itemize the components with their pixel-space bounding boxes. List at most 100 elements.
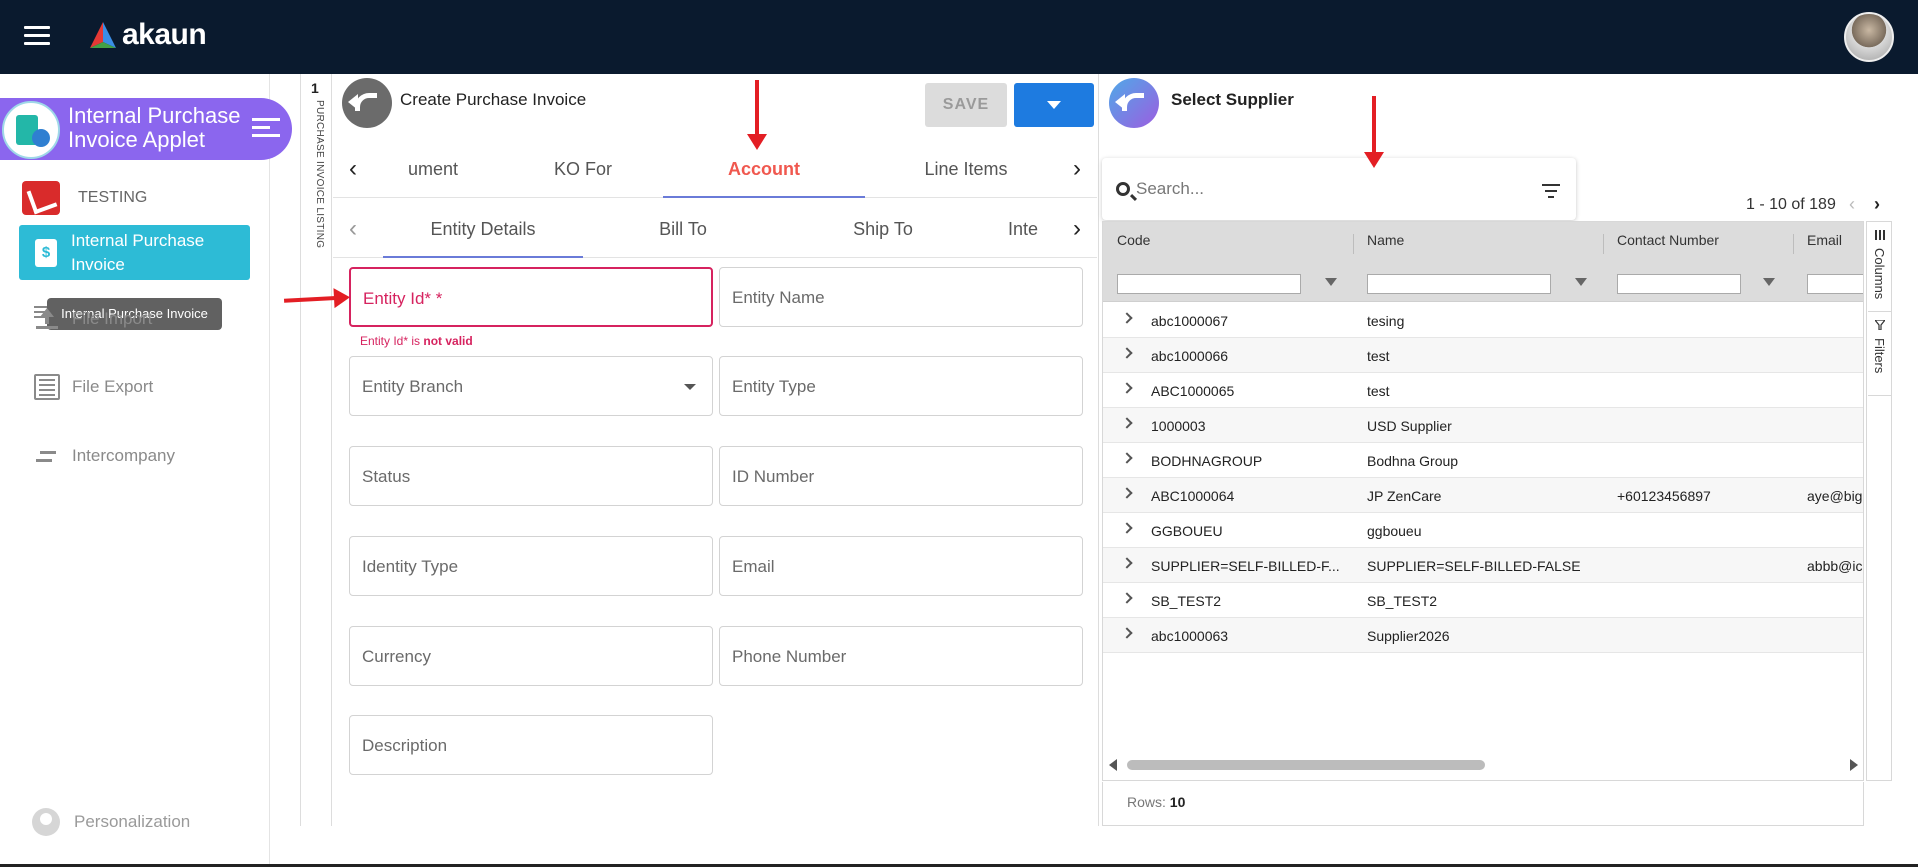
chevron-right-icon[interactable]	[1121, 452, 1133, 464]
tab-ko-for[interactable]: KO For	[503, 140, 663, 198]
personalization-link[interactable]: Personalization	[32, 808, 190, 836]
more-actions-button[interactable]	[1014, 83, 1094, 127]
cell-name: test	[1367, 383, 1390, 399]
sidebar-item-internal-purchase-invoice[interactable]: $ Internal Purchase Invoice	[19, 225, 250, 280]
funnel-icon[interactable]	[1575, 278, 1587, 286]
cell-code: 1000003	[1151, 418, 1206, 434]
description-field[interactable]: Description	[349, 715, 713, 775]
funnel-icon[interactable]	[1763, 278, 1775, 286]
table-row[interactable]: abc1000066 test	[1103, 338, 1863, 373]
rows-label: Rows:	[1127, 794, 1166, 810]
id-number-field[interactable]: ID Number	[719, 446, 1083, 506]
table-row[interactable]: abc1000063 Supplier2026	[1103, 618, 1863, 653]
tab-bill-to[interactable]: Bill To	[583, 200, 783, 258]
entity-name-field[interactable]: Entity Name	[719, 267, 1083, 327]
scroll-left-icon[interactable]	[1109, 759, 1117, 771]
tab-intercompany[interactable]: Inte	[983, 200, 1063, 258]
column-header-name[interactable]: Name	[1367, 232, 1404, 248]
column-resize-handle[interactable]	[1603, 234, 1604, 254]
rows-count: 10	[1169, 794, 1186, 810]
chevron-right-icon[interactable]	[1121, 417, 1133, 429]
columns-tool[interactable]: Columns	[1868, 222, 1892, 312]
sidebar-item-file-export[interactable]: File Export	[34, 372, 153, 402]
table-row[interactable]: SB_TEST2 SB_TEST2	[1103, 583, 1863, 618]
cell-name: USD Supplier	[1367, 418, 1452, 434]
cell-code: ABC1000065	[1151, 383, 1235, 399]
filter-icon[interactable]	[1542, 184, 1560, 198]
save-button[interactable]: SAVE	[925, 83, 1007, 127]
chevron-right-icon[interactable]	[1121, 557, 1133, 569]
logo[interactable]: akaun	[88, 18, 207, 52]
sidebar-item-file-import[interactable]: File Import	[34, 304, 152, 334]
entity-id-error: Entity Id* is not valid	[360, 334, 473, 348]
tab-document[interactable]: ument	[373, 140, 493, 198]
table-row[interactable]: SUPPLIER=SELF-BILLED-F... SUPPLIER=SELF-…	[1103, 548, 1863, 583]
table-row[interactable]: 1000003 USD Supplier	[1103, 408, 1863, 443]
chevron-left-icon[interactable]: ‹	[333, 200, 373, 258]
tab-line-items[interactable]: Line Items	[865, 140, 1067, 198]
status-field[interactable]: Status	[349, 446, 713, 506]
entity-id-field[interactable]: Entity Id* *	[349, 267, 713, 327]
chevron-right-icon[interactable]: ›	[1874, 194, 1880, 215]
field-label: Entity Name	[732, 288, 825, 307]
email-filter-input[interactable]	[1807, 274, 1863, 294]
sidebar-item-intercompany[interactable]: Intercompany	[34, 441, 175, 471]
entity-branch-select[interactable]: Entity Branch	[349, 356, 713, 416]
field-label: Status	[362, 467, 411, 486]
listing-strip[interactable]: 1 PURCHASE INVOICE LISTING	[300, 74, 332, 826]
column-resize-handle[interactable]	[1793, 234, 1794, 254]
code-filter-input[interactable]	[1117, 274, 1301, 294]
chevron-right-icon[interactable]	[1121, 347, 1133, 359]
table-row[interactable]: abc1000067 tesing	[1103, 303, 1863, 338]
sidebar-item-label: File Export	[72, 377, 154, 396]
field-label: ID Number	[732, 467, 815, 486]
personalization-label: Personalization	[74, 812, 191, 831]
table-row[interactable]: ABC1000065 test	[1103, 373, 1863, 408]
table-row[interactable]: BODHNAGROUP Bodhna Group	[1103, 443, 1863, 478]
funnel-icon[interactable]	[1325, 278, 1337, 286]
chevron-right-icon[interactable]	[1121, 627, 1133, 639]
chevron-right-icon[interactable]	[1121, 312, 1133, 324]
search-input[interactable]	[1136, 174, 1516, 204]
user-avatar[interactable]	[1844, 12, 1894, 62]
funnel-icon	[1875, 320, 1885, 330]
back-button[interactable]	[342, 78, 392, 128]
chevron-right-icon[interactable]	[1121, 592, 1133, 604]
horizontal-scrollbar[interactable]	[1127, 760, 1485, 770]
chevron-right-icon[interactable]	[1121, 487, 1133, 499]
active-tab-indicator	[663, 196, 865, 198]
entity-type-field[interactable]: Entity Type	[719, 356, 1083, 416]
supplier-grid: Code Name Contact Number Email abc100006…	[1102, 221, 1864, 781]
table-row[interactable]: ABC1000064 JP ZenCare +60123456897 aye@b…	[1103, 478, 1863, 513]
filters-tool[interactable]: Filters	[1868, 312, 1892, 396]
chevron-right-icon[interactable]	[1121, 382, 1133, 394]
chevron-left-icon[interactable]: ‹	[1849, 194, 1855, 215]
scroll-right-icon[interactable]	[1850, 759, 1858, 771]
chevron-right-icon[interactable]	[1121, 522, 1133, 534]
applet-title: Internal Purchase Invoice Applet	[68, 103, 241, 152]
email-field[interactable]: Email	[719, 536, 1083, 596]
brand-name: akaun	[122, 18, 207, 51]
akaun-logo-icon	[90, 22, 116, 48]
field-label: Entity Type	[732, 377, 816, 396]
table-row[interactable]: GGBOUEU ggboueu	[1103, 513, 1863, 548]
org-selector[interactable]: TESTING	[22, 180, 147, 216]
column-resize-handle[interactable]	[1353, 234, 1354, 254]
tab-ship-to[interactable]: Ship To	[783, 200, 983, 258]
currency-field[interactable]: Currency	[349, 626, 713, 686]
phone-number-field[interactable]: Phone Number	[719, 626, 1083, 686]
contact-filter-input[interactable]	[1617, 274, 1741, 294]
name-filter-input[interactable]	[1367, 274, 1551, 294]
tab-entity-details[interactable]: Entity Details	[383, 200, 583, 258]
chevron-right-icon[interactable]: ›	[1057, 200, 1097, 258]
column-header-email[interactable]: Email	[1807, 232, 1842, 248]
identity-type-field[interactable]: Identity Type	[349, 536, 713, 596]
back-button[interactable]	[1109, 78, 1159, 128]
chevron-right-icon[interactable]: ›	[1057, 140, 1097, 198]
pagination-summary: 1 - 10 of 189	[1746, 196, 1836, 213]
column-header-code[interactable]: Code	[1117, 232, 1150, 248]
menu-icon[interactable]	[24, 26, 50, 46]
collapse-menu-icon[interactable]	[252, 118, 280, 140]
column-header-contact[interactable]: Contact Number	[1617, 232, 1719, 248]
chevron-left-icon[interactable]: ‹	[333, 140, 373, 198]
